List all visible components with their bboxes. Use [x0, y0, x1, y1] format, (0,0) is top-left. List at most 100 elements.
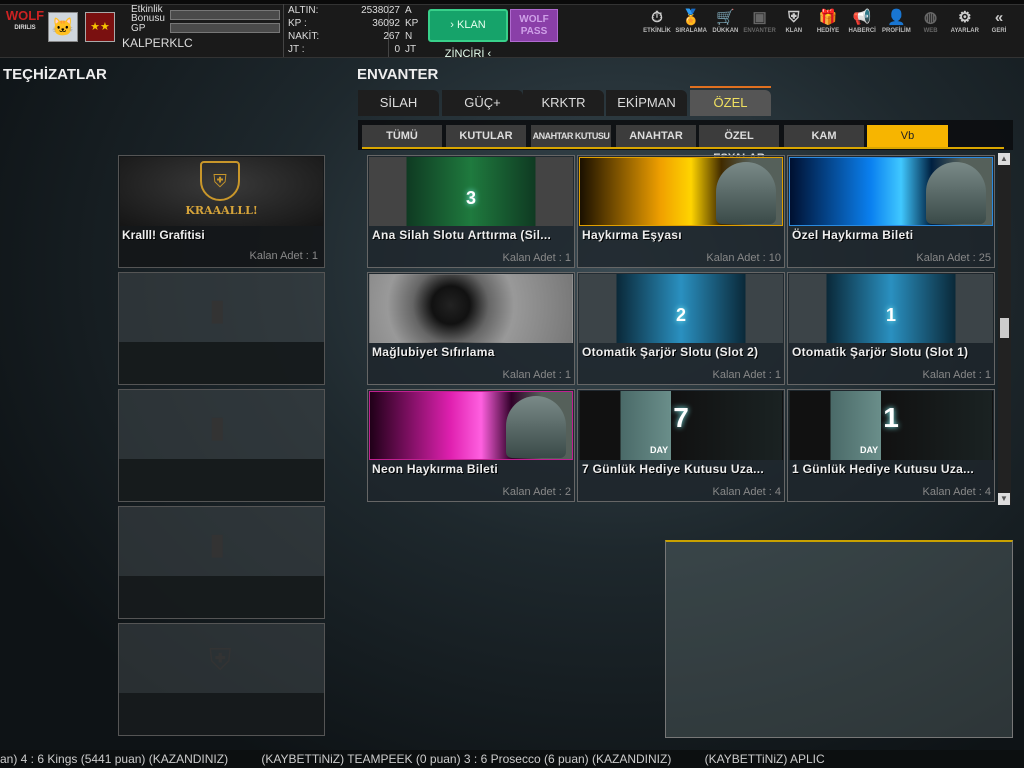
equipment-slot-empty[interactable]: ⛨: [118, 623, 325, 736]
item-count: Kalan Adet : 10: [706, 252, 781, 264]
subtab-4[interactable]: ÖZEL EŞYALAR: [699, 125, 779, 164]
subtab-2[interactable]: ANAHTAR KUTUSU: [531, 125, 611, 147]
avatar[interactable]: 🐱: [48, 12, 78, 42]
subtab-1[interactable]: KUTULAR: [446, 125, 526, 147]
stat-unit: JT: [405, 44, 417, 55]
top-bar: WOLF DIRILIS 🐱 ★★ Etkinlik Bonusu GP KALP…: [0, 0, 1024, 60]
item-image: 2: [579, 274, 783, 343]
scroll-thumb[interactable]: [1000, 318, 1009, 338]
shield-icon: ⛨: [209, 644, 232, 677]
profile-icon: 👤: [887, 9, 906, 26]
inventory-item[interactable]: Neon Haykırma Bileti Kalan Adet : 2: [367, 389, 575, 502]
item-count: Kalan Adet : 2: [502, 486, 572, 498]
item-image-badge: 1: [883, 402, 899, 433]
soldier-icon: [716, 162, 776, 224]
equipment-slot-empty[interactable]: ▮: [118, 506, 325, 619]
item-count: Kalan Adet : 1: [712, 369, 782, 381]
nav-label: PROFİLİM: [882, 28, 911, 34]
nav-web[interactable]: ◍ WEB: [914, 8, 948, 42]
nav-label: HEDİYE: [816, 28, 840, 34]
stat-value: 0: [394, 44, 400, 55]
wolf-pass-button[interactable]: WOLF PASS: [510, 9, 558, 42]
inventory-item[interactable]: 2 Otomatik Şarjör Slotu (Slot 2) Kalan Ade…: [577, 272, 785, 385]
nav-label: AYARLAR: [950, 28, 979, 34]
stat-unit: N: [405, 31, 413, 42]
equipment-slot-graffiti[interactable]: ⛨ KRAAALLL! Kralll! Grafitisi Kalan Adet…: [118, 155, 325, 268]
tab-0[interactable]: SİLAH: [358, 90, 439, 116]
nav-etki̇nli̇k[interactable]: ⏱ ETKİNLİK: [640, 8, 674, 42]
subtab-3[interactable]: ANAHTAR: [616, 125, 696, 147]
item-image: 1: [789, 274, 993, 343]
item-count: Kalan Adet : 1: [502, 252, 572, 264]
item-name: Haykırma Eşyası: [582, 228, 682, 242]
item-image: 7 DAY: [579, 391, 783, 460]
stat-value: 2538027: [361, 5, 400, 16]
spray-can-icon: ▮: [209, 411, 226, 444]
gear-icon: ⚙: [958, 9, 972, 26]
spray-can-icon: ▮: [209, 294, 226, 327]
etkinlik-bonus-bar: [170, 10, 280, 20]
equipment-slot-empty[interactable]: ▮: [118, 389, 325, 502]
item-image-badge: 7: [673, 402, 689, 433]
gift-icon: 🎁: [818, 9, 838, 26]
stat-label: JT :: [288, 44, 305, 55]
globe-icon: ◍: [924, 9, 938, 26]
etkinlik-bonus-label: Etkinlik Bonusu: [131, 4, 165, 24]
scroll-up-button[interactable]: ▲: [998, 153, 1010, 165]
inventory-item[interactable]: 1 DAY 1 Günlük Hediye Kutusu Uza... Kalan A…: [787, 389, 995, 502]
stat-unit: A: [405, 5, 412, 16]
nav-profi̇li̇m[interactable]: 👤 PROFİLİM: [879, 8, 913, 42]
item-count: Kalan Adet : 1: [502, 369, 572, 381]
equipment-slot-empty[interactable]: ▮: [118, 272, 325, 385]
nav-geri̇[interactable]: « GERİ: [982, 8, 1016, 42]
item-count: Kalan Adet : 4: [712, 486, 782, 498]
soldier-icon: [506, 396, 566, 458]
tab-2[interactable]: KRKTR: [523, 90, 604, 116]
item-image: [789, 157, 993, 226]
soldier-icon: [926, 162, 986, 224]
back-icon: «: [994, 9, 1004, 26]
subtab-6[interactable]: Vb: [867, 125, 948, 147]
scroll-down-button[interactable]: ▼: [998, 493, 1010, 505]
megaphone-icon: 📢: [852, 9, 872, 26]
nav-label: WEB: [923, 28, 938, 34]
stat-label: ALTIN:: [288, 5, 319, 16]
subtab-5[interactable]: KAM: [784, 125, 864, 147]
subtab-0[interactable]: TÜMÜ: [362, 125, 442, 147]
inventory-item[interactable]: Haykırma Eşyası Kalan Adet : 10: [577, 155, 785, 268]
stat-label: NAKİT:: [288, 31, 320, 42]
stat-value: 36092: [372, 18, 400, 29]
nav-dükkan[interactable]: 🛒 DÜKKAN: [708, 8, 742, 42]
nav-label: DÜKKAN: [712, 28, 739, 34]
item-image-badge: 2: [675, 305, 686, 325]
inventory-item[interactable]: 1 Otomatik Şarjör Slotu (Slot 1) Kalan Ade…: [787, 272, 995, 385]
shield-icon: ⛨: [788, 9, 800, 26]
slot-item-name: Kralll! Grafitisi: [122, 228, 205, 242]
item-count: Kalan Adet : 25: [916, 252, 991, 264]
item-count: Kalan Adet : 4: [922, 486, 992, 498]
item-name: Özel Haykırma Bileti: [792, 228, 914, 242]
item-image: 3: [369, 157, 573, 226]
nav-envanter[interactable]: ▣ ENVANTER: [743, 8, 777, 42]
nav-label: ENVANTER: [743, 28, 776, 34]
game-logo: WOLF DIRILIS: [5, 8, 45, 31]
tab-4[interactable]: ÖZEL: [690, 90, 771, 116]
stat-value: 267: [383, 31, 400, 42]
nav-klan[interactable]: ⛨ KLAN: [777, 8, 811, 42]
nav-haberci̇[interactable]: 📢 HABERCİ: [845, 8, 879, 42]
inventory-item[interactable]: 3 Ana Silah Slotu Arttırma (Sil... Kalan A…: [367, 155, 575, 268]
nav-siralama[interactable]: 🏅 SIRALAMA: [674, 8, 708, 42]
gp-label: GP: [131, 23, 146, 34]
inventory-item[interactable]: 7 DAY 7 Günlük Hediye Kutusu Uza... Kalan A…: [577, 389, 785, 502]
nav-label: ETKİNLİK: [643, 28, 671, 34]
nav-ayarlar[interactable]: ⚙ AYARLAR: [948, 8, 982, 42]
klan-zinciri-button[interactable]: › KLAN ZİNCİRİ ‹: [428, 9, 508, 60]
tab-1[interactable]: GÜÇ+: [442, 90, 523, 116]
inventory-item[interactable]: Mağlubiyet Sıfırlama Kalan Adet : 1: [367, 272, 575, 385]
item-detail-panel: [665, 540, 1013, 738]
nav-hedi̇ye[interactable]: 🎁 HEDİYE: [811, 8, 845, 42]
nav-label: SIRALAMA: [675, 28, 708, 34]
tab-3[interactable]: EKİPMAN: [606, 90, 687, 116]
inventory-scrollbar[interactable]: ▲ ▼: [998, 153, 1011, 505]
inventory-item[interactable]: Özel Haykırma Bileti Kalan Adet : 25: [787, 155, 995, 268]
